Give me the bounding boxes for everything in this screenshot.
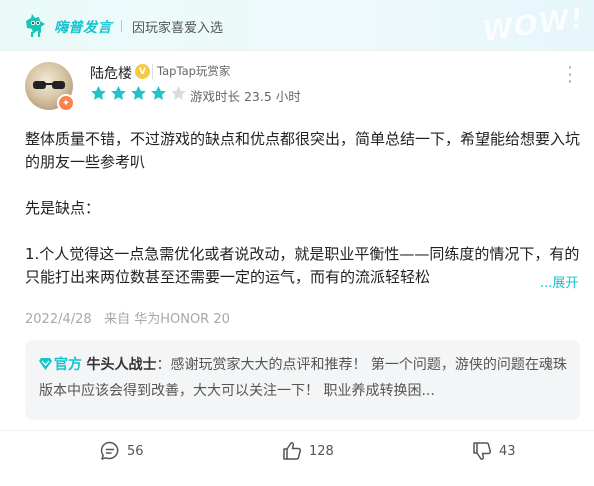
review-body[interactable]: 整体质量不错，不过游戏的缺点和优点都很突出，简单总结一下，希望能给想要入坑的朋友…: [25, 128, 580, 289]
more-options-icon[interactable]: · · ·: [560, 60, 580, 90]
avatar[interactable]: ✦: [25, 62, 75, 112]
dislike-button[interactable]: 43: [471, 440, 516, 462]
sunglasses-icon: [33, 81, 65, 89]
review-meta: 2022/4/28 来自 华为HONOR 20: [25, 308, 230, 327]
comment-button[interactable]: 56: [99, 440, 144, 462]
thumbs-down-icon: [473, 442, 492, 460]
official-reply[interactable]: 官方 牛头人战士：感谢玩赏家大大的点评和推荐！ 第一个问题，游侠的问题在魂珠版本…: [25, 340, 580, 420]
review-date: 2022/4/28: [25, 312, 92, 327]
comment-icon: [100, 441, 119, 460]
review-device: 来自 华为HONOR 20: [104, 312, 230, 327]
star-empty-icon: [171, 86, 186, 100]
star-filled-icon: [111, 86, 126, 100]
thumbs-up-icon: [283, 442, 302, 460]
comment-count: 56: [127, 443, 144, 459]
star-filled-icon: [91, 86, 106, 100]
star-filled-icon: [131, 86, 146, 100]
rating-stars: [90, 85, 187, 102]
divider: [0, 430, 594, 431]
expand-link[interactable]: ...展开: [540, 272, 578, 291]
reply-author[interactable]: 牛头人战士: [86, 357, 156, 373]
official-label: 官方: [54, 357, 82, 373]
playtime: 游戏时长 23.5 小时: [190, 89, 301, 104]
star-filled-icon: [151, 86, 166, 100]
banner-brand: 嗨普发言: [54, 20, 112, 36]
banner: 嗨普发言 因玩家喜爱入选 WOW!: [0, 0, 594, 51]
banner-divider: [121, 20, 122, 32]
dislike-count: 43: [499, 443, 516, 459]
official-reply-text: 官方 牛头人战士：感谢玩赏家大大的点评和推荐！ 第一个问题，游侠的问题在魂珠版本…: [39, 352, 569, 404]
username[interactable]: 陆危楼: [90, 63, 132, 83]
review-paragraph: 1.个人觉得这一点急需优化或者说改动，就是职业平衡性——同练度的情况下，有的只能…: [25, 245, 580, 286]
taptap-mascot-icon: [26, 14, 45, 37]
banner-wow-decor: WOW!: [479, 1, 586, 48]
review-paragraph: 整体质量不错，不过游戏的缺点和优点都很突出，简单总结一下，希望能给想要入坑的朋友…: [25, 130, 581, 171]
like-count: 128: [309, 443, 334, 459]
verified-badge-icon: V: [135, 64, 150, 79]
like-button[interactable]: 128: [281, 440, 334, 462]
text-fade: [505, 269, 539, 293]
diamond-icon: [39, 358, 52, 370]
user-tag: TapTap玩赏家: [152, 64, 230, 79]
review-paragraph: 先是缺点：: [25, 199, 101, 217]
level-badge-icon: ✦: [57, 94, 75, 112]
banner-subtitle: 因玩家喜爱入选: [132, 21, 224, 36]
